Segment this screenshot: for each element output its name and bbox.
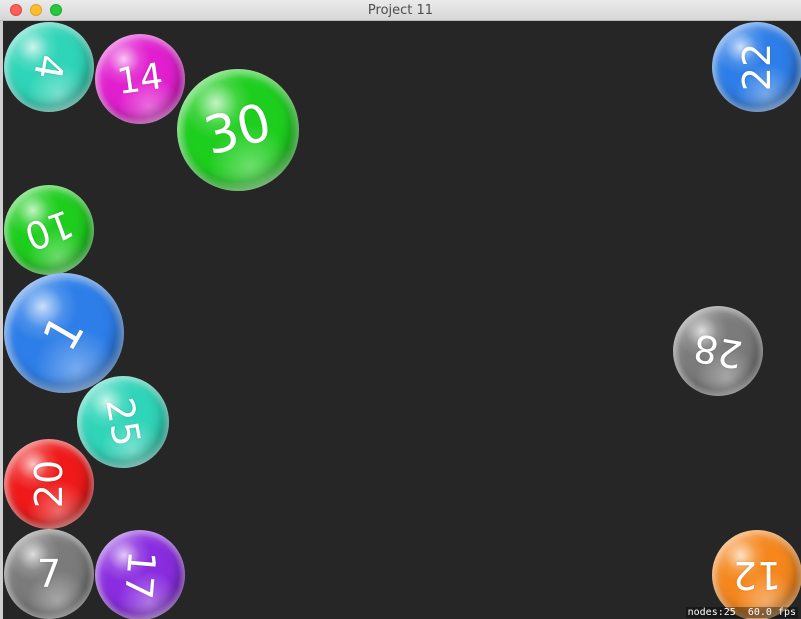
game-scene[interactable]: 4 14 30 10 1 25 20 7 17 22 28 12	[3, 21, 801, 619]
ball-28[interactable]: 28	[673, 306, 763, 396]
ball-30[interactable]: 30	[177, 69, 299, 191]
performance-stats: nodes:25 60.0 fps	[685, 607, 798, 618]
ball-number: 28	[690, 325, 746, 377]
window-title: Project 11	[367, 3, 434, 18]
ball-20[interactable]: 20	[4, 439, 94, 529]
ball-number: 17	[115, 548, 165, 601]
ball-4[interactable]: 4	[4, 22, 94, 112]
ball-17[interactable]: 17	[95, 530, 185, 619]
ball-number: 4	[25, 51, 73, 83]
ball-22[interactable]: 22	[712, 22, 801, 112]
ball-1[interactable]: 1	[4, 273, 124, 393]
ball-number: 20	[27, 459, 71, 509]
ball-7[interactable]: 7	[4, 529, 94, 619]
ball-number: 7	[36, 552, 62, 596]
ball-number: 12	[732, 553, 782, 597]
ball-12[interactable]: 12	[712, 530, 801, 619]
title-bar: Project 11	[0, 0, 801, 21]
ball-number: 22	[735, 42, 779, 92]
ball-number: 30	[198, 92, 278, 168]
